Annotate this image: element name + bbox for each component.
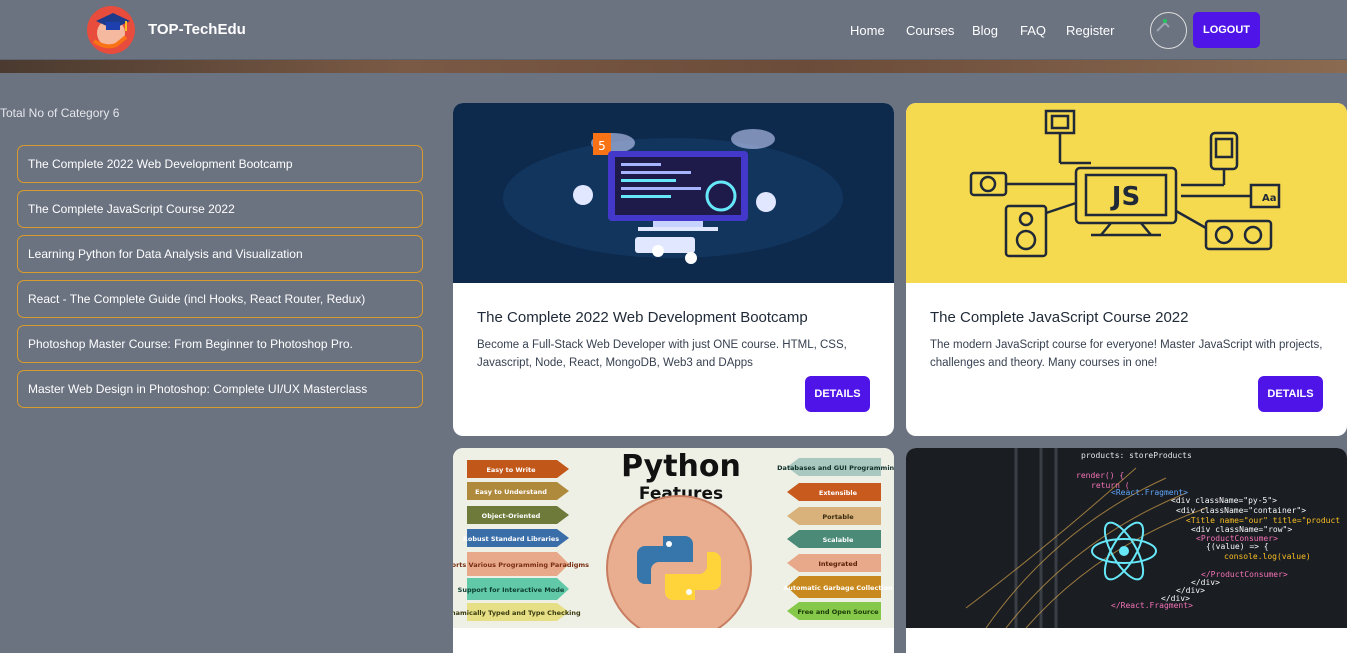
code-line: <div className="container"> xyxy=(1176,506,1306,515)
python-feature-right: Free and Open Source xyxy=(798,608,880,616)
code-line: <div className="row"> xyxy=(1191,525,1292,534)
js-logo-text: JS xyxy=(1110,182,1140,212)
python-feature-right: Integrated xyxy=(819,560,858,568)
python-feature-left: Support for Interactive Mode xyxy=(458,586,565,594)
python-feature-left: Robust Standard Libraries xyxy=(463,535,559,543)
nav-home-link[interactable]: Home xyxy=(850,23,885,38)
python-feature-right: Portable xyxy=(822,513,854,521)
code-line: render() { xyxy=(1076,471,1124,480)
svg-text:5: 5 xyxy=(598,139,606,153)
course-description: The modern JavaScript course for everyon… xyxy=(930,339,1323,369)
category-label: Photoshop Master Course: From Beginner t… xyxy=(28,337,353,351)
python-feature-right: Automatic Garbage Collection xyxy=(783,584,893,592)
user-avatar[interactable] xyxy=(1150,12,1187,49)
details-button[interactable]: DETAILS xyxy=(1258,376,1323,412)
category-item[interactable]: Learning Python for Data Analysis and Vi… xyxy=(17,235,423,273)
course-card: Aa JS The Complete JavaScript Course 202… xyxy=(906,103,1347,436)
category-count-label: Total No of Category 6 xyxy=(0,106,120,120)
logout-button[interactable]: LOGOUT xyxy=(1193,12,1260,48)
course-description: Become a Full-Stack Web Developer with j… xyxy=(477,339,847,369)
category-label: The Complete JavaScript Course 2022 xyxy=(28,202,235,216)
course-title[interactable]: The Complete 2022 Web Development Bootca… xyxy=(477,309,808,326)
code-line: products: storeProducts xyxy=(1081,451,1192,460)
category-item[interactable]: Photoshop Master Course: From Beginner t… xyxy=(17,325,423,363)
brand-name[interactable]: TOP-TechEdu xyxy=(148,21,246,38)
nav-blog-link[interactable]: Blog xyxy=(972,23,998,38)
category-label: Learning Python for Data Analysis and Vi… xyxy=(28,247,303,261)
nav-register-link[interactable]: Register xyxy=(1066,23,1114,38)
category-label: React - The Complete Guide (incl Hooks, … xyxy=(28,292,366,306)
course-title[interactable]: The Complete JavaScript Course 2022 xyxy=(930,309,1188,326)
web-dev-course-image: 5 xyxy=(453,103,894,283)
javascript-course-image: Aa JS xyxy=(906,103,1347,283)
code-line: {(value) => { xyxy=(1206,542,1269,551)
svg-text:Aa: Aa xyxy=(1262,193,1277,204)
nav-faq-link[interactable]: FAQ xyxy=(1020,23,1046,38)
course-card: products: storeProducts render() { retur… xyxy=(906,448,1347,653)
code-line: <Title name="our" title="product xyxy=(1186,516,1340,525)
code-line: </React.Fragment> xyxy=(1111,601,1193,610)
hero-banner-strip xyxy=(0,60,1347,73)
nav-courses-link[interactable]: Courses xyxy=(906,23,954,38)
brand-logo-icon[interactable] xyxy=(86,5,136,55)
course-card: Python Features Easy to Write Easy to Un… xyxy=(453,448,894,653)
python-feature-right: Extensible xyxy=(819,489,858,497)
python-feature-left: Supports Various Programming Paradigms xyxy=(453,561,589,569)
category-item[interactable]: The Complete JavaScript Course 2022 xyxy=(17,190,423,228)
code-line: <div className="py-5"> xyxy=(1171,496,1277,505)
python-feature-right: Databases and GUI Programming xyxy=(777,464,894,472)
course-card: 5 The Complete 2022 Web Development Boot… xyxy=(453,103,894,436)
category-label: Master Web Design in Photoshop: Complete… xyxy=(28,382,368,396)
category-item[interactable]: React - The Complete Guide (incl Hooks, … xyxy=(17,280,423,318)
react-course-image: products: storeProducts render() { retur… xyxy=(906,448,1347,628)
code-line: console.log(value) xyxy=(1224,552,1311,561)
python-feature-left: Easy to Write xyxy=(486,466,536,474)
python-feature-left: Object-Oriented xyxy=(482,512,541,520)
python-feature-left: Easy to Understand xyxy=(475,488,547,496)
category-item[interactable]: Master Web Design in Photoshop: Complete… xyxy=(17,370,423,408)
details-button[interactable]: DETAILS xyxy=(805,376,870,412)
navbar: TOP-TechEdu Home Courses Blog FAQ Regist… xyxy=(0,0,1347,60)
category-label: The Complete 2022 Web Development Bootca… xyxy=(28,157,293,171)
python-image-title: Python xyxy=(621,449,741,484)
python-course-image: Python Features Easy to Write Easy to Un… xyxy=(453,448,894,628)
python-feature-left: Dynamically Typed and Type Checking xyxy=(453,609,581,617)
category-item[interactable]: The Complete 2022 Web Development Bootca… xyxy=(17,145,423,183)
python-feature-right: Scalable xyxy=(823,536,854,544)
